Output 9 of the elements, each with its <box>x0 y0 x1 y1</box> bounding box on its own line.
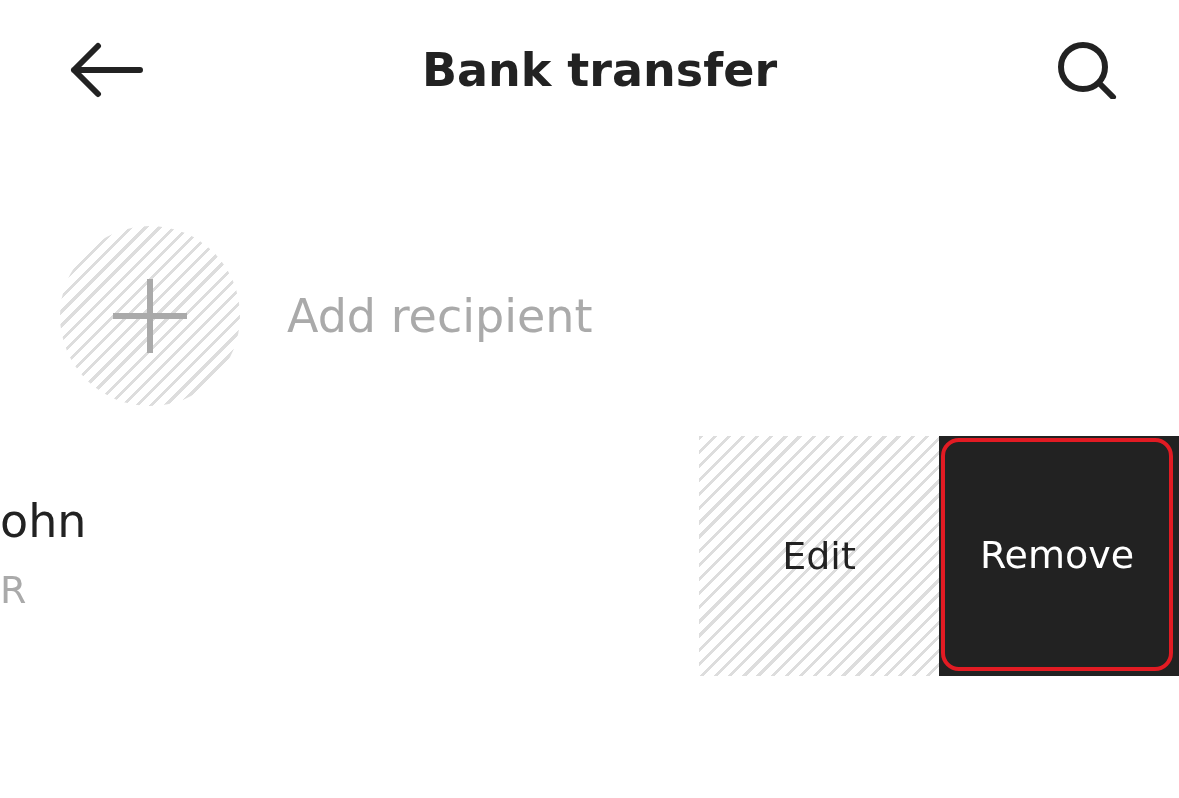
page-title: Bank transfer <box>421 43 778 97</box>
back-arrow-icon <box>68 42 144 98</box>
plus-icon <box>111 277 189 355</box>
edit-button[interactable]: Edit <box>699 436 939 676</box>
back-button[interactable] <box>68 42 144 98</box>
remove-button[interactable]: Remove <box>941 438 1173 671</box>
recipient-name: ohn <box>0 494 87 548</box>
add-recipient-label: Add recipient <box>287 289 593 343</box>
recipient-subtitle: R <box>0 568 27 612</box>
